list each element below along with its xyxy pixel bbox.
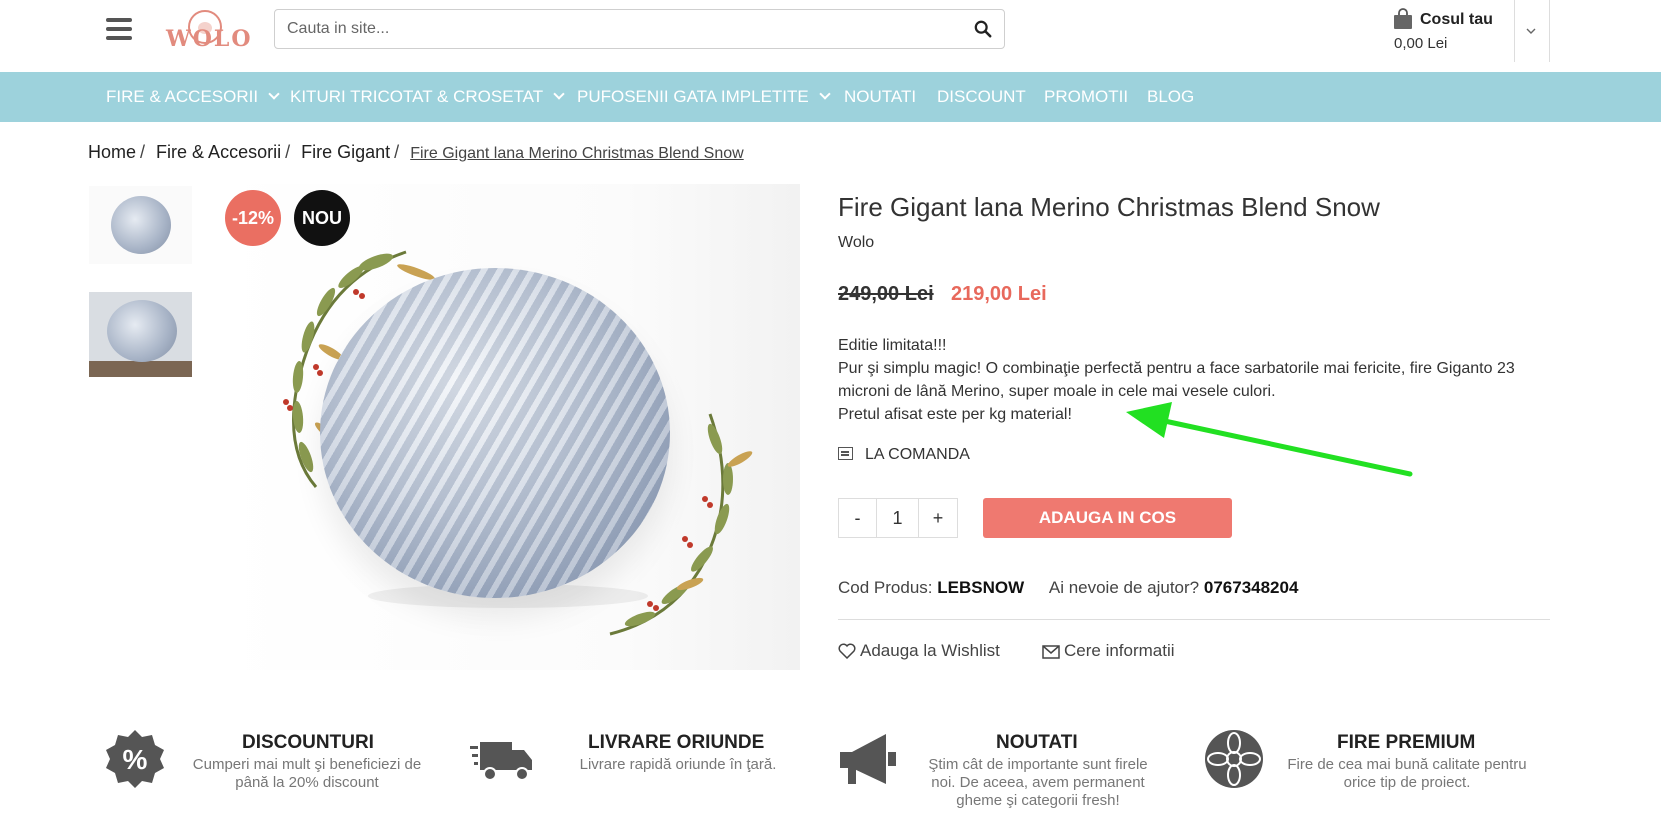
description-line: Editie limitata!!!	[838, 337, 947, 354]
product-thumbnail-1[interactable]	[89, 186, 192, 264]
quantity-increase-button[interactable]: +	[919, 499, 957, 537]
current-price: 219,00 Lei	[951, 283, 1047, 305]
flower-icon	[1205, 730, 1263, 788]
search-icon[interactable]	[974, 20, 992, 38]
feature-title: DISCOUNTURI	[242, 732, 374, 753]
new-badge: NOU	[294, 190, 350, 246]
breadcrumb-fire-gigant[interactable]: Fire Gigant	[301, 142, 390, 162]
stock-status: LA COMANDA	[838, 446, 970, 464]
floor-image	[89, 361, 192, 377]
main-nav: FIRE & ACCESORII KITURI TRICOTAT & CROSE…	[0, 72, 1661, 122]
add-to-cart-button[interactable]: ADAUGA IN COS	[983, 498, 1232, 538]
nav-item-label: KITURI TRICOTAT & CROSETAT	[290, 87, 544, 106]
site-logo[interactable]: WOLO	[166, 10, 258, 52]
feature-title: LIVRARE ORIUNDE	[588, 732, 765, 753]
yarn-image	[111, 196, 171, 254]
feature-title: FIRE PREMIUM	[1337, 732, 1476, 753]
request-info-link[interactable]: Cere informatii	[1042, 641, 1175, 661]
nav-item-discount[interactable]: DISCOUNT	[937, 87, 1026, 107]
breadcrumb-home[interactable]: Home	[88, 142, 136, 162]
nav-item-blog[interactable]: BLOG	[1147, 87, 1194, 107]
yarn-image	[107, 300, 177, 362]
wishlist-label: Adauga la Wishlist	[860, 641, 1000, 660]
nav-item-label: NOUTATI	[844, 87, 917, 106]
cart-summary[interactable]: Cosul tau 0,00 Lei	[1392, 8, 1512, 58]
discount-badge: -12%	[225, 190, 281, 246]
feature-description: Cumperi mai mult şi beneficiezi de până …	[192, 756, 422, 791]
divider	[1549, 0, 1550, 62]
site-header: WOLO Cosul tau 0,00 Lei	[0, 0, 1661, 72]
cart-total: 0,00 Lei	[1394, 35, 1448, 52]
help-label: Ai nevoie de ajutor?	[1048, 578, 1200, 597]
breadcrumb-fire-accesorii[interactable]: Fire & Accesorii	[156, 142, 281, 162]
help-phone[interactable]: 0767348204	[1204, 578, 1299, 597]
nav-item-label: DISCOUNT	[937, 87, 1026, 106]
feature-description: Livrare rapidă oriunde în ţară.	[579, 756, 777, 773]
breadcrumb-current[interactable]: Fire Gigant lana Merino Christmas Blend …	[410, 145, 743, 162]
cart-title: Cosul tau	[1420, 11, 1493, 28]
breadcrumb-separator: /	[285, 142, 291, 162]
divider	[1514, 0, 1515, 62]
description-line: Pur şi simplu magic! O combinaţie perfec…	[838, 360, 1515, 400]
percent-badge-icon: %	[106, 730, 164, 788]
wreath-decoration-icon	[609, 413, 753, 636]
delivery-truck-icon	[470, 742, 532, 781]
nav-item-noutati[interactable]: NOUTATI	[844, 87, 916, 107]
product-code-value: LEBSNOW	[937, 578, 1025, 597]
chevron-down-icon	[819, 88, 831, 100]
divider	[838, 619, 1550, 620]
add-to-wishlist-link[interactable]: Adauga la Wishlist	[838, 641, 1000, 661]
nav-item-label: FIRE & ACCESORII	[106, 87, 259, 106]
heart-icon	[838, 643, 856, 660]
stock-label: LA COMANDA	[865, 446, 970, 463]
nav-item-label: BLOG	[1147, 87, 1195, 106]
logo-text: WOLO	[166, 26, 253, 52]
quantity-decrease-button[interactable]: -	[839, 499, 877, 537]
breadcrumb-separator: /	[394, 142, 400, 162]
quantity-stepper: - 1 +	[838, 498, 958, 538]
feature-description: Ştim cât de importante sunt firele noi. …	[928, 756, 1148, 809]
list-icon	[838, 447, 853, 460]
chevron-down-icon[interactable]	[1524, 24, 1538, 38]
product-code-label: Cod Produs:	[838, 578, 933, 597]
shopping-bag-icon	[1394, 8, 1412, 29]
chevron-down-icon	[553, 88, 565, 100]
quantity-input[interactable]: 1	[877, 499, 919, 537]
menu-icon[interactable]	[106, 18, 132, 40]
product-main-image[interactable]	[218, 184, 800, 670]
product-brand[interactable]: Wolo	[838, 234, 874, 252]
nav-item-kituri[interactable]: KITURI TRICOTAT & CROSETAT	[290, 87, 565, 107]
svg-text:%: %	[123, 744, 148, 775]
breadcrumb-separator: /	[140, 142, 146, 162]
product-meta: Cod Produs: LEBSNOW Ai nevoie de ajutor?…	[838, 578, 1298, 598]
feature-description: Fire de cea mai bună calitate pentru ori…	[1287, 756, 1527, 791]
envelope-icon	[1042, 645, 1060, 659]
megaphone-icon	[840, 734, 896, 784]
annotation-arrow-icon	[1126, 402, 1413, 477]
product-title: Fire Gigant lana Merino Christmas Blend …	[838, 192, 1380, 222]
chevron-down-icon	[268, 88, 280, 100]
nav-item-fire-accesorii[interactable]: FIRE & ACCESORII	[106, 87, 280, 107]
request-info-label: Cere informatii	[1064, 641, 1175, 660]
nav-item-pufosenii[interactable]: PUFOSENII GATA IMPLETITE	[577, 87, 831, 107]
feature-title: NOUTATI	[996, 732, 1078, 753]
nav-item-label: PUFOSENII GATA IMPLETITE	[577, 87, 809, 106]
nav-item-label: PROMOTII	[1044, 87, 1129, 106]
nav-item-promotii[interactable]: PROMOTII	[1044, 87, 1128, 107]
breadcrumb: Home / Fire & Accesorii / Fire Gigant / Fir…	[88, 142, 744, 163]
search-input[interactable]	[287, 10, 947, 48]
search-box	[274, 9, 1005, 49]
old-price: 249,00 Lei	[838, 283, 934, 305]
product-thumbnail-2[interactable]	[89, 292, 192, 377]
